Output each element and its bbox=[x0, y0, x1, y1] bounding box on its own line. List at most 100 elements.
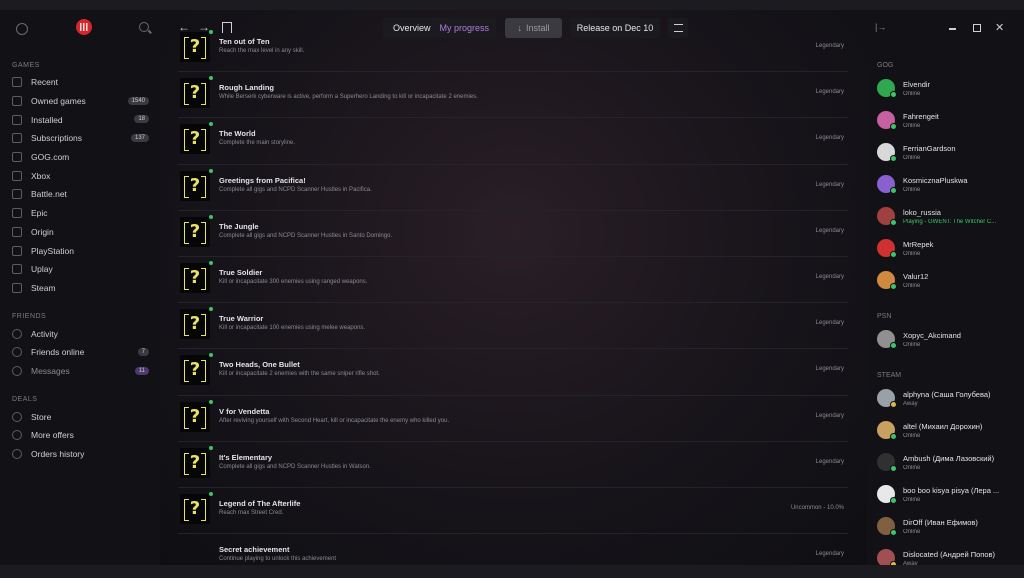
friend-item[interactable]: DirOff (Иван Ефимов) Online bbox=[867, 511, 1024, 543]
sidebar-item-recent[interactable]: Recent bbox=[0, 73, 160, 92]
friends-section-header: FRIENDS bbox=[12, 313, 47, 321]
achievement-rarity: Legendary bbox=[815, 273, 844, 280]
sliders-icon bbox=[673, 24, 683, 32]
sidebar-item-orders-history[interactable]: Orders history bbox=[0, 445, 160, 464]
forward-arrow-icon[interactable]: → bbox=[198, 20, 210, 34]
avatar bbox=[877, 421, 897, 440]
achievement-description: Complete all gigs and NCPD Scanner Hustl… bbox=[219, 463, 371, 470]
sidebar-item-store[interactable]: Store bbox=[0, 407, 160, 426]
achievement-row[interactable]: ? V for Vendetta After reviving yourself w… bbox=[178, 396, 848, 442]
achievement-row[interactable]: ? It's Elementary Complete all gigs and NC… bbox=[178, 442, 848, 488]
friend-status: Online bbox=[903, 529, 921, 535]
view-tabs: Overview My progress bbox=[383, 18, 496, 38]
achievement-row[interactable]: ? Two Heads, One Bullet Kill or incapacita… bbox=[178, 349, 848, 396]
bracket-right bbox=[201, 37, 206, 59]
back-arrow-icon[interactable]: ← bbox=[178, 20, 190, 34]
install-button[interactable]: ↓ Install bbox=[505, 18, 562, 38]
friend-item[interactable]: loko_russia Playing - GWENT: The Witcher … bbox=[867, 201, 1024, 233]
sidebar-item-origin[interactable]: Origin bbox=[0, 223, 160, 242]
window-top-strip bbox=[0, 0, 1024, 10]
achievement-thumbnail: ? bbox=[180, 445, 213, 478]
achievement-title: True Soldier bbox=[219, 267, 263, 277]
friend-item[interactable]: MrRepek Online bbox=[867, 233, 1024, 265]
release-date-button[interactable]: Release on Dec 10 bbox=[570, 18, 660, 38]
achievement-row[interactable]: ? True Warrior Kill or incapacitate 100 en… bbox=[178, 303, 848, 350]
sidebar-item-messages[interactable]: Messages 11 bbox=[0, 362, 160, 381]
achievement-rarity: Uncommon - 10.0% bbox=[790, 504, 844, 511]
steam-friends-list: alphyna (Саша Голубева) Away altel (Михаил… bbox=[867, 383, 1024, 565]
sidebar-item-uplay[interactable]: Uplay bbox=[0, 260, 160, 279]
steam-section-header: STEAM bbox=[877, 372, 902, 379]
avatar bbox=[877, 549, 897, 565]
friend-name: FerrianGardson bbox=[903, 144, 956, 153]
friend-name: Dislocated (Андрей Попов) bbox=[903, 550, 996, 559]
minimize-icon[interactable] bbox=[949, 28, 956, 30]
achievement-row[interactable]: ? True Soldier Kill or incapacitate 300 en… bbox=[178, 257, 848, 304]
friend-item[interactable]: Ambush (Дима Лазовский) Online bbox=[867, 447, 1024, 479]
friend-item[interactable]: Dislocated (Андрей Попов) Away bbox=[867, 543, 1024, 565]
sidebar-item-subscriptions[interactable]: Subscriptions 137 bbox=[0, 129, 160, 148]
status-dot bbox=[209, 353, 213, 358]
sidebar-item-playstation[interactable]: PlayStation bbox=[0, 241, 160, 260]
left-sidebar: GAMES Recent Owned games 1540 Installed 18 Su… bbox=[0, 10, 160, 565]
avatar bbox=[877, 517, 897, 536]
bookmark-icon[interactable] bbox=[222, 21, 232, 33]
friend-name: Valur12 bbox=[903, 272, 929, 281]
friend-item[interactable]: Fahrengeit Online bbox=[867, 105, 1024, 137]
achievement-thumbnail: ? bbox=[180, 399, 213, 432]
presence-dot bbox=[890, 187, 897, 194]
sidebar-item-friends-online[interactable]: Friends online 7 bbox=[0, 343, 160, 362]
sidebar-item-epic[interactable]: Epic bbox=[0, 204, 160, 223]
friend-item[interactable]: altel (Михаил Дорохин) Online bbox=[867, 415, 1024, 447]
achievement-row[interactable]: ? Rough Landing While Berserk cyberware is… bbox=[178, 72, 848, 119]
sidebar-item-steam[interactable]: Steam bbox=[0, 279, 160, 298]
search-icon[interactable] bbox=[139, 22, 149, 32]
sidebar-item-gog-com[interactable]: GOG.com bbox=[0, 148, 160, 167]
sidebar-item-activity[interactable]: Activity bbox=[0, 324, 160, 343]
friend-item[interactable]: alphyna (Саша Голубева) Away bbox=[867, 383, 1024, 415]
sidebar-item-xbox[interactable]: Xbox bbox=[0, 166, 160, 185]
sidebar-item-label: Installed bbox=[31, 114, 63, 125]
bracket-right bbox=[201, 406, 206, 429]
friend-status: Online bbox=[903, 187, 921, 193]
friend-item[interactable]: KosmicznaPluskwa Online bbox=[867, 169, 1024, 201]
bracket-right bbox=[201, 360, 206, 383]
achievement-rarity: Legendary bbox=[815, 458, 844, 465]
sidebar-item-icon bbox=[12, 114, 22, 125]
friends-panel: |→ ✕ GOG Elvendir Online Fahrengeit Online F… bbox=[867, 10, 1024, 565]
gear-icon[interactable] bbox=[16, 23, 28, 35]
achievement-description: After reviving yourself with Second Hear… bbox=[219, 417, 450, 424]
friend-item[interactable]: Elvendir Online bbox=[867, 73, 1024, 105]
achievement-title: The World bbox=[219, 129, 256, 139]
sidebar-item-more-offers[interactable]: More offers bbox=[0, 426, 160, 445]
avatar bbox=[877, 79, 897, 98]
friend-item[interactable]: FerrianGardson Online bbox=[867, 137, 1024, 169]
tab-my-progress[interactable]: My progress bbox=[440, 23, 490, 33]
sidebar-item-icon bbox=[12, 449, 22, 460]
settings-sliders-button[interactable] bbox=[668, 18, 688, 38]
status-dot bbox=[209, 214, 213, 219]
close-icon[interactable]: ✕ bbox=[995, 21, 1004, 34]
bracket-right bbox=[201, 452, 206, 475]
achievement-row[interactable]: ? The World Complete the main storyline. Le… bbox=[178, 118, 848, 165]
achievement-row[interactable]: ? Greetings from Pacifica! Complete all gi… bbox=[178, 165, 848, 211]
friend-name: MrRepek bbox=[903, 240, 934, 249]
sidebar-item-owned-games[interactable]: Owned games 1540 bbox=[0, 92, 160, 111]
collapse-panel-icon[interactable]: |→ bbox=[875, 22, 886, 32]
tab-overview[interactable]: Overview bbox=[393, 23, 431, 33]
status-dot bbox=[209, 122, 213, 127]
achievement-row[interactable]: ? The Jungle Complete all gigs and NCPD Sc… bbox=[178, 211, 848, 257]
sidebar-item-installed[interactable]: Installed 18 bbox=[0, 110, 160, 129]
maximize-icon[interactable] bbox=[973, 24, 981, 32]
achievement-row[interactable]: ?Secret achievementContinue playing to u… bbox=[178, 534, 848, 565]
sidebar-item-icon bbox=[12, 264, 22, 275]
friend-item[interactable]: Valur12 Online bbox=[867, 265, 1024, 297]
sidebar-item-battle-net[interactable]: Battle.net bbox=[0, 185, 160, 204]
status-dot bbox=[209, 445, 213, 450]
achievement-title: Secret achievement bbox=[219, 545, 290, 555]
achievement-row[interactable]: ? Legend of The Afterlife Reach max Street… bbox=[178, 488, 848, 535]
sidebar-item-label: GOG.com bbox=[31, 152, 70, 163]
friend-status: Online bbox=[903, 465, 921, 471]
friend-item[interactable]: Xopyc_Akcimand Online bbox=[867, 324, 1024, 356]
friend-item[interactable]: boo boo kisya pisya (Лера ... Online bbox=[867, 479, 1024, 511]
